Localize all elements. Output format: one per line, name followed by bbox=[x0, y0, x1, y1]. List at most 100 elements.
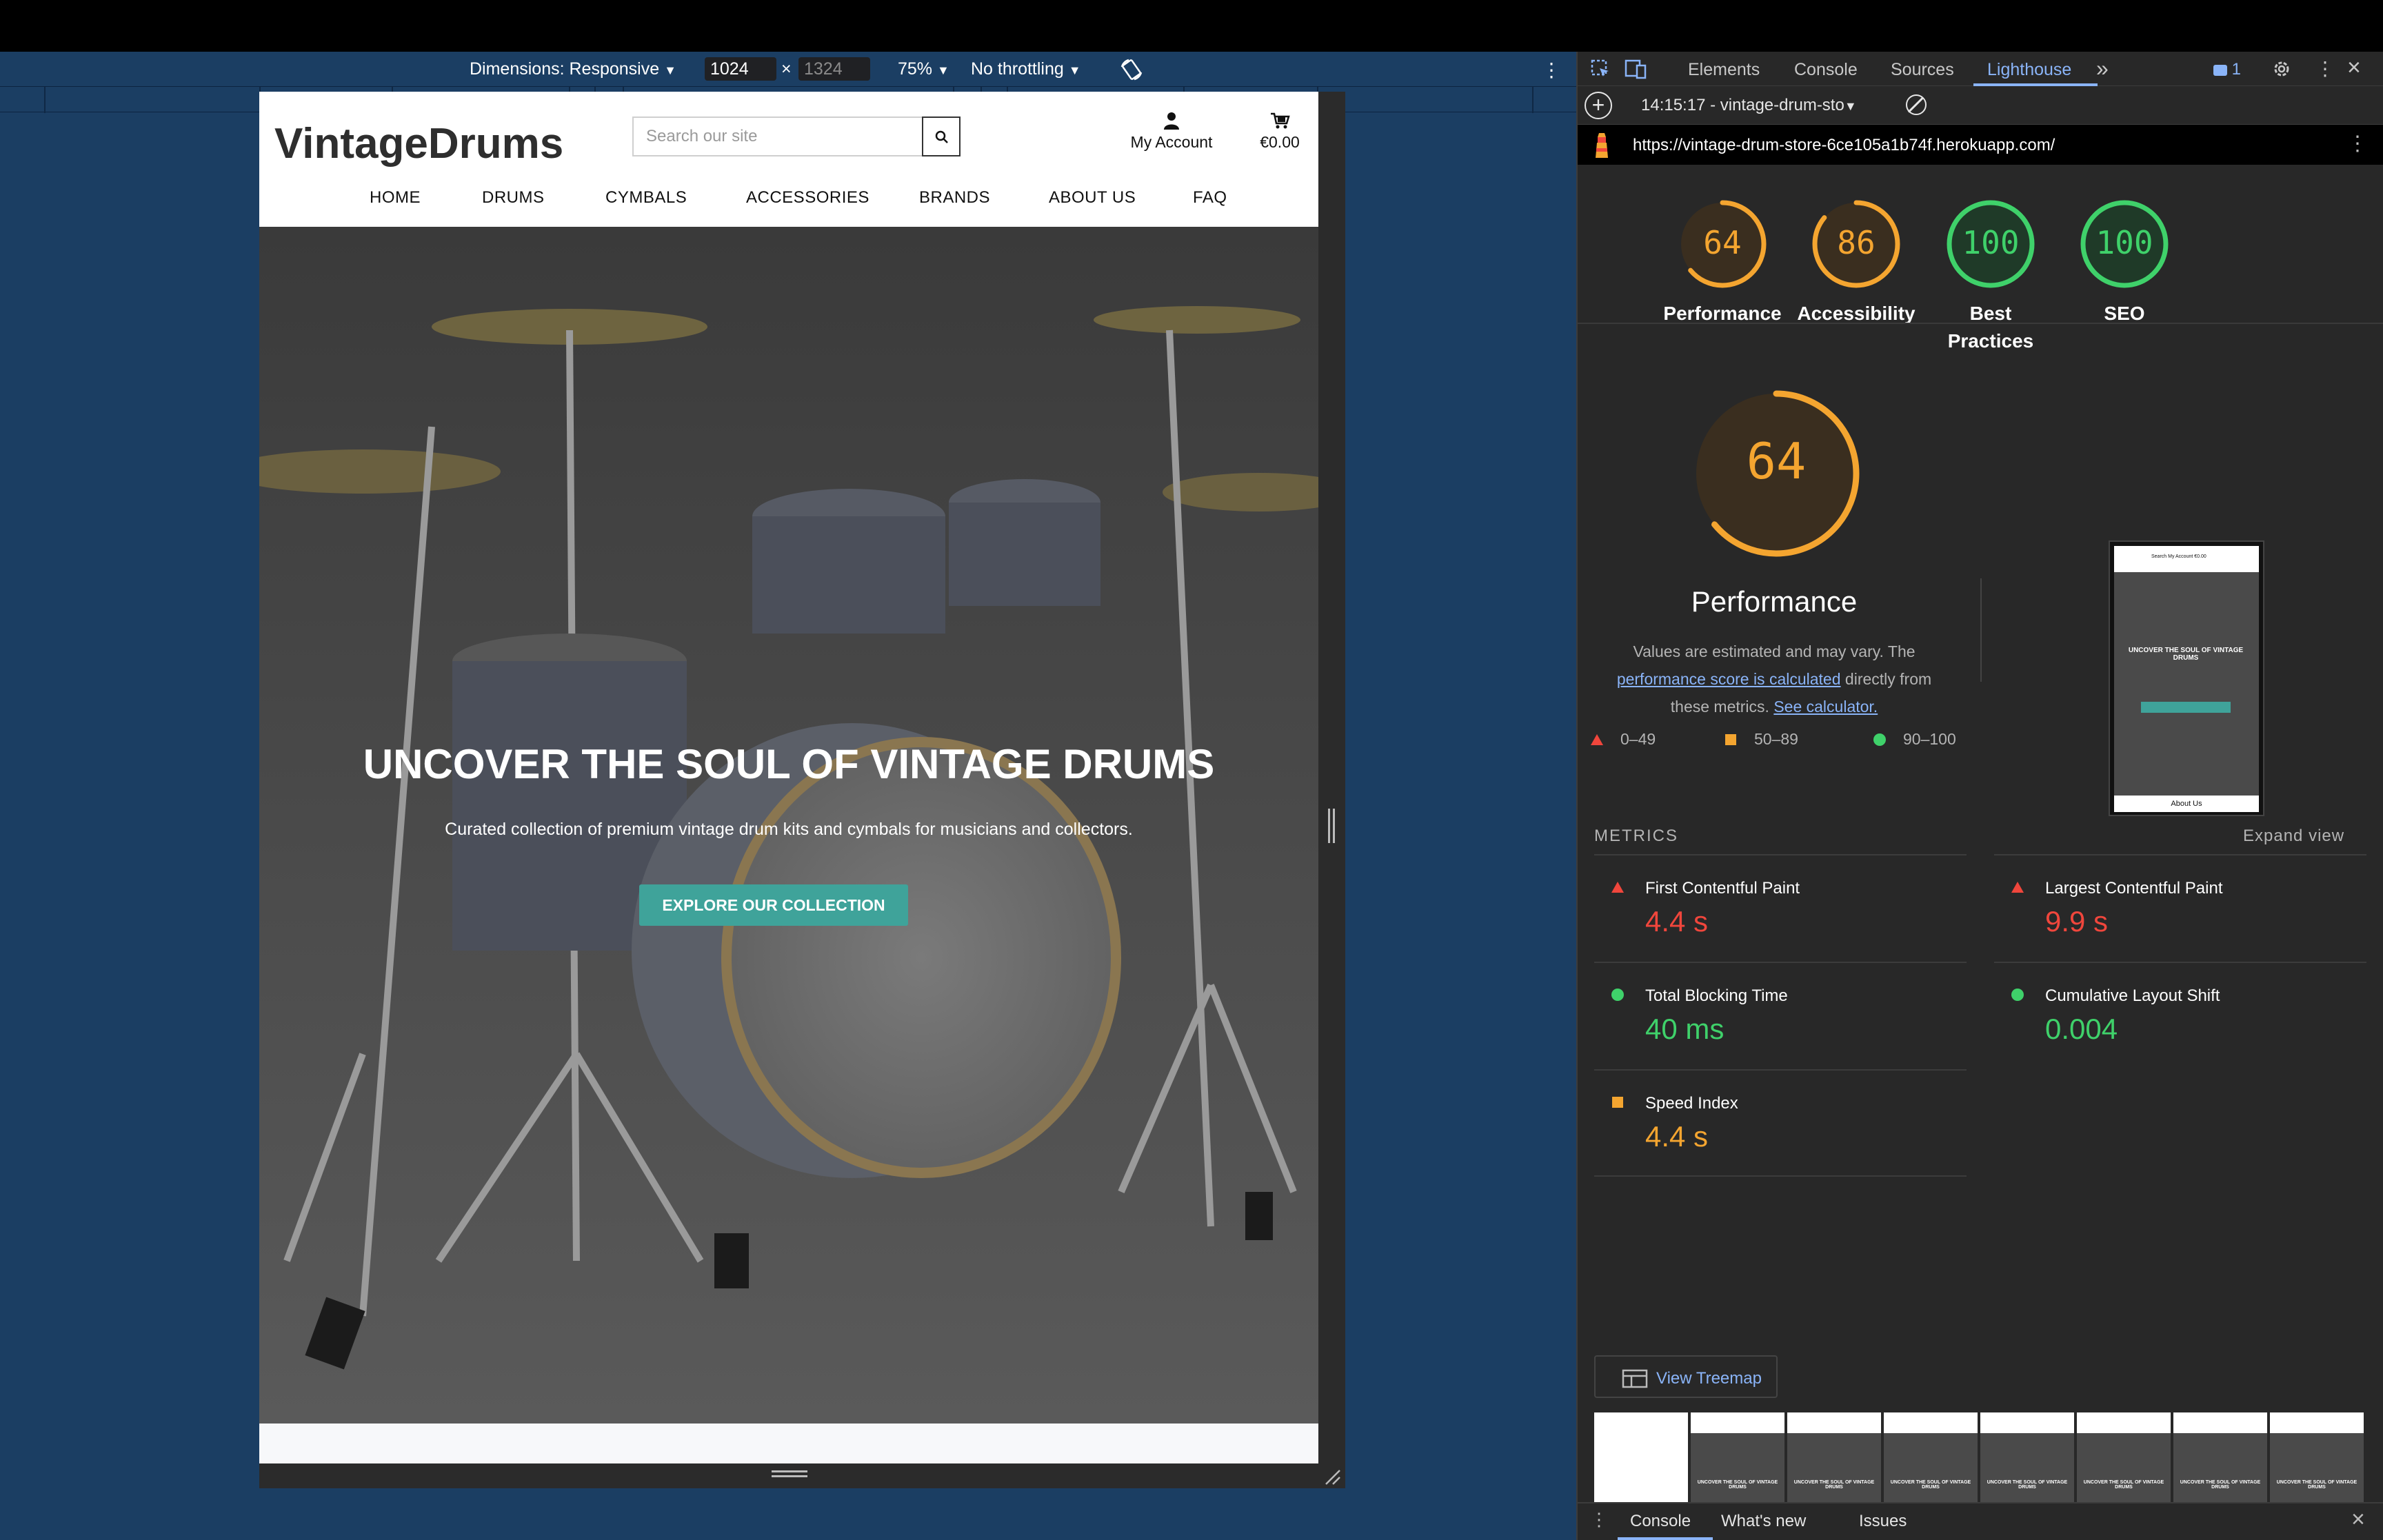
filmstrip-frame[interactable]: UNCOVER THE SOUL OF VINTAGE DRUMS bbox=[2270, 1412, 2364, 1502]
throttling-select[interactable]: No throttling ▼ bbox=[971, 59, 1081, 79]
frame-title: UNCOVER THE SOUL OF VINTAGE DRUMS bbox=[1890, 1480, 1971, 1490]
legend-item: 0–49 bbox=[1590, 730, 1656, 749]
filmstrip-frame[interactable]: UNCOVER THE SOUL OF VINTAGE DRUMS bbox=[1884, 1412, 1978, 1502]
lighthouse-report: 64 Performance 86 Accessibility 100 Best Prac… bbox=[1578, 165, 2383, 1502]
ruler-tick[interactable] bbox=[44, 87, 46, 113]
drawer-tab-console[interactable]: Console bbox=[1630, 1512, 1691, 1531]
issues-badge[interactable]: 1 bbox=[2213, 60, 2241, 79]
nav-drums[interactable]: DRUMS bbox=[482, 188, 545, 207]
square-icon bbox=[1612, 1097, 1623, 1108]
resize-bottom-icon[interactable] bbox=[772, 1470, 807, 1477]
score-gauge[interactable]: 64 bbox=[1678, 199, 1767, 289]
nav-home[interactable]: HOME bbox=[370, 188, 421, 207]
zoom-select[interactable]: 75% ▼ bbox=[898, 59, 949, 79]
final-screenshot-thumbnail[interactable]: Search My Account €0.00 UNCOVER THE SOUL… bbox=[2109, 540, 2264, 816]
metric-item: Cumulative Layout Shift 0.004 bbox=[1994, 962, 2366, 1069]
score-gauge-value: 86 bbox=[1837, 224, 1876, 261]
legend-range: 90–100 bbox=[1903, 730, 1956, 748]
close-drawer-icon[interactable]: × bbox=[2351, 1506, 2365, 1533]
filmstrip-frame[interactable]: UNCOVER THE SOUL OF VINTAGE DRUMS bbox=[2077, 1412, 2171, 1502]
cart-total: €0.00 bbox=[1260, 133, 1300, 151]
close-devtools-icon[interactable]: × bbox=[2347, 54, 2361, 81]
chevron-down-icon: ▼ bbox=[937, 63, 949, 77]
site-logo[interactable]: VintageDrums bbox=[274, 119, 563, 168]
nav-accessories[interactable]: ACCESSORIES bbox=[746, 188, 869, 207]
note-text-2: directly from bbox=[1844, 670, 1932, 688]
thumb-about: About Us bbox=[2114, 796, 2259, 812]
resize-handle-icon[interactable] bbox=[1328, 809, 1335, 843]
drawer-tab-whats-new[interactable]: What's new bbox=[1721, 1512, 1806, 1531]
treemap-icon bbox=[1622, 1369, 1648, 1388]
score-gauge[interactable]: 86 bbox=[1811, 199, 1901, 289]
explore-collection-button[interactable]: EXPLORE OUR COLLECTION bbox=[639, 884, 908, 926]
score-calculated-link[interactable]: performance score is calculated bbox=[1617, 670, 1841, 688]
search-button[interactable] bbox=[922, 116, 961, 156]
metric-value: 40 ms bbox=[1645, 1013, 1725, 1045]
expand-view-toggle[interactable]: Expand view bbox=[2243, 827, 2344, 846]
window-top-bar bbox=[0, 0, 2383, 52]
zoom-value: 75% bbox=[898, 59, 933, 79]
cart-link[interactable]: €0.00 bbox=[1252, 111, 1307, 152]
divider bbox=[1980, 578, 1982, 682]
clear-reports-icon[interactable] bbox=[1906, 94, 1927, 115]
devtools-menu-icon[interactable]: ⋮ bbox=[2315, 57, 2335, 80]
legend-range: 0–49 bbox=[1620, 730, 1656, 748]
height-input[interactable]: 1324 bbox=[798, 57, 870, 81]
more-tabs-icon[interactable]: » bbox=[2096, 56, 2109, 81]
nav-about-us[interactable]: ABOUT US bbox=[1049, 188, 1136, 207]
frame-header bbox=[2173, 1412, 2267, 1433]
frame-header bbox=[1787, 1412, 1881, 1433]
my-account-label: My Account bbox=[1130, 133, 1213, 151]
score-gauge[interactable]: 100 bbox=[2080, 199, 2169, 289]
tab-lighthouse[interactable]: Lighthouse bbox=[1987, 60, 2071, 80]
report-menu-icon[interactable]: ⋮ bbox=[2347, 132, 2368, 156]
rotate-icon[interactable] bbox=[1119, 57, 1144, 82]
tab-elements[interactable]: Elements bbox=[1688, 60, 1760, 80]
filmstrip-frame[interactable] bbox=[1594, 1412, 1688, 1502]
devtools-tab-bar: Elements Console Sources Lighthouse » 1 … bbox=[1578, 52, 2383, 86]
inspect-element-icon[interactable] bbox=[1590, 59, 1611, 79]
ruler-tick[interactable] bbox=[1532, 87, 1534, 113]
settings-gear-icon[interactable] bbox=[2271, 59, 2292, 79]
performance-note: Values are estimated and may vary. The p… bbox=[1605, 638, 1943, 720]
dimensions-select[interactable]: Dimensions: Responsive ▼ bbox=[470, 59, 676, 79]
new-report-icon[interactable]: + bbox=[1585, 92, 1612, 119]
score-gauge[interactable]: 100 bbox=[1946, 199, 2035, 289]
filmstrip-frame[interactable]: UNCOVER THE SOUL OF VINTAGE DRUMS bbox=[1691, 1412, 1784, 1502]
view-treemap-label: View Treemap bbox=[1656, 1369, 1762, 1388]
filmstrip-frame[interactable]: UNCOVER THE SOUL OF VINTAGE DRUMS bbox=[2173, 1412, 2267, 1502]
report-url[interactable]: https://vintage-drum-store-6ce105a1b74f.… bbox=[1633, 136, 2055, 155]
metric-name: First Contentful Paint bbox=[1645, 879, 1800, 898]
width-input[interactable]: 1024 bbox=[705, 57, 776, 81]
lighthouse-logo-icon bbox=[1593, 132, 1611, 159]
circle-icon bbox=[2011, 989, 2024, 1001]
my-account-link[interactable]: My Account bbox=[1120, 111, 1223, 152]
hero-section: UNCOVER THE SOUL OF VINTAGE DRUMS Curate… bbox=[259, 227, 1318, 1424]
frame-title: UNCOVER THE SOUL OF VINTAGE DRUMS bbox=[1697, 1480, 1778, 1490]
triangle-icon bbox=[1611, 882, 1624, 893]
nav-cymbals[interactable]: CYMBALS bbox=[605, 188, 687, 207]
resize-corner-icon[interactable] bbox=[1323, 1468, 1341, 1486]
tab-console[interactable]: Console bbox=[1794, 60, 1858, 80]
nav-faq[interactable]: FAQ bbox=[1193, 188, 1227, 207]
thumb-nav: Search My Account €0.00 bbox=[2151, 554, 2206, 559]
emulated-page-bottom-handle[interactable] bbox=[259, 1463, 1345, 1488]
divider bbox=[1578, 323, 2383, 324]
view-treemap-button[interactable]: View Treemap bbox=[1594, 1355, 1778, 1398]
nav-brands[interactable]: BRANDS bbox=[919, 188, 990, 207]
filmstrip-frame[interactable]: UNCOVER THE SOUL OF VINTAGE DRUMS bbox=[1787, 1412, 1881, 1502]
more-options-icon[interactable]: ⋮ bbox=[1542, 59, 1561, 81]
metric-status bbox=[2011, 880, 2024, 894]
metric-name: Speed Index bbox=[1645, 1094, 1738, 1113]
filmstrip-frame[interactable]: UNCOVER THE SOUL OF VINTAGE DRUMS bbox=[1980, 1412, 2074, 1502]
device-toggle-icon[interactable] bbox=[1625, 59, 1648, 79]
emulated-page-side-handle[interactable] bbox=[1318, 92, 1345, 1463]
search-input[interactable]: Search our site bbox=[632, 116, 932, 156]
circle-icon bbox=[1611, 989, 1624, 1001]
drawer-tab-issues[interactable]: Issues bbox=[1859, 1512, 1907, 1531]
see-calculator-link[interactable]: See calculator. bbox=[1773, 698, 1878, 716]
drawer-menu-icon[interactable]: ⋮ bbox=[1590, 1509, 1608, 1530]
score-gauge-value: 100 bbox=[2095, 224, 2153, 261]
report-select[interactable]: 14:15:17 - vintage-drum-sto▼ bbox=[1641, 96, 1857, 115]
tab-sources[interactable]: Sources bbox=[1891, 60, 1954, 80]
